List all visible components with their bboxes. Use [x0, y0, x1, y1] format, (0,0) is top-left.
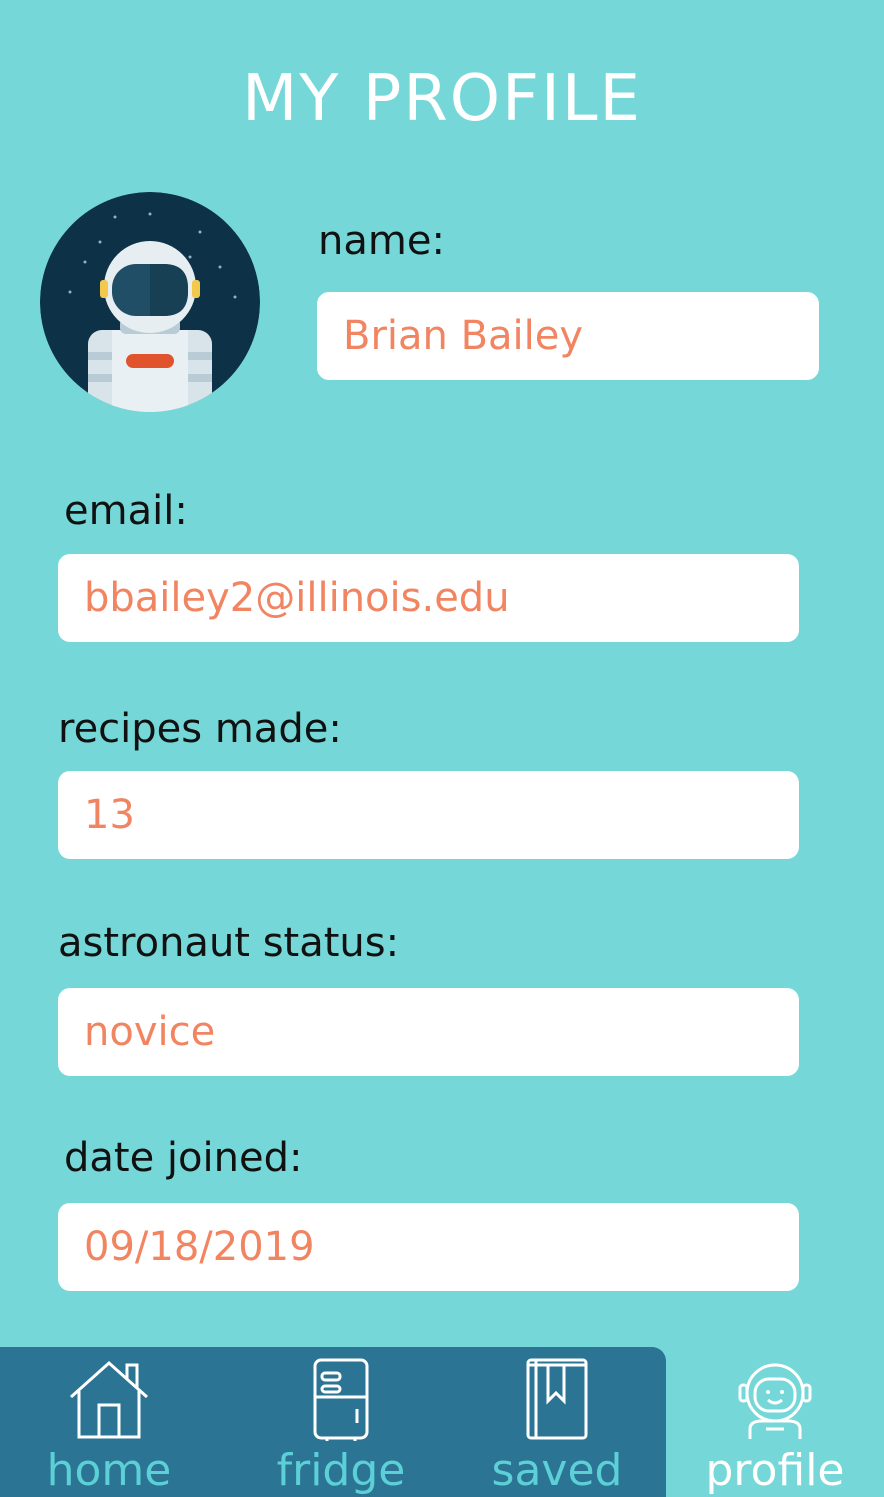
bookmark-book-icon: [526, 1358, 588, 1440]
page-title: MY PROFILE: [242, 62, 642, 136]
nav-item-home[interactable]: home: [0, 1347, 218, 1497]
astronaut-icon: [738, 1363, 812, 1439]
astronaut-avatar-icon: [40, 192, 260, 412]
recipes-made-field[interactable]: 13: [58, 771, 799, 859]
avatar[interactable]: [40, 192, 260, 412]
astronaut-status-field[interactable]: novice: [58, 988, 799, 1076]
email-field[interactable]: bbailey2@illinois.edu: [58, 554, 799, 642]
nav-label-home: home: [46, 1445, 172, 1496]
fridge-icon: [313, 1358, 369, 1441]
bottom-nav: home fridge saved profile: [0, 1347, 884, 1497]
date-joined-label: date joined:: [64, 1135, 303, 1181]
nav-label-fridge: fridge: [276, 1445, 406, 1496]
nav-item-saved[interactable]: saved: [454, 1347, 660, 1497]
astronaut-status-label: astronaut status:: [58, 920, 400, 966]
email-label: email:: [64, 488, 188, 534]
date-joined-field[interactable]: 09/18/2019: [58, 1203, 799, 1291]
name-field[interactable]: Brian Bailey: [317, 292, 819, 380]
nav-label-saved: saved: [491, 1445, 623, 1496]
nav-item-fridge[interactable]: fridge: [228, 1347, 454, 1497]
nav-label-profile: profile: [705, 1445, 845, 1496]
nav-item-profile[interactable]: profile: [666, 1347, 884, 1497]
recipes-made-label: recipes made:: [58, 706, 342, 752]
name-label: name:: [318, 218, 445, 264]
house-icon: [69, 1360, 149, 1439]
